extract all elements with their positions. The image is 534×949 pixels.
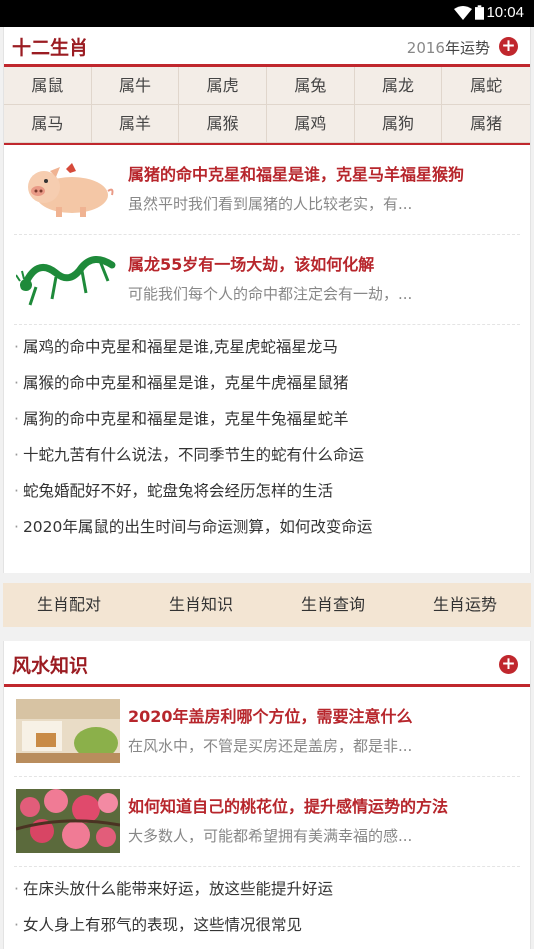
zodiac-header: 十二生肖 2016年运势 + bbox=[4, 27, 530, 67]
zodiac-tabs: 生肖配对 生肖知识 生肖查询 生肖运势 bbox=[3, 583, 531, 627]
zodiac-link-list: · 属鸡的命中克星和福星是谁,克星虎蛇福星龙马 · 属猴的命中克星和福星是谁，克星牛… bbox=[4, 325, 530, 551]
list-item[interactable]: · 属狗的命中克星和福星是谁，克星牛兔福星蛇羊 bbox=[14, 401, 520, 437]
status-bar: 10:04 bbox=[0, 0, 534, 27]
news-item[interactable]: 属猪的命中克星和福星是谁，克星马羊福星猴狗 虽然平时我们看到属猪的人比较老实，有… bbox=[14, 145, 520, 235]
pig-image bbox=[28, 163, 114, 217]
zodiac-more-button[interactable]: + bbox=[499, 37, 518, 56]
news-desc: 在风水中，不管是买房还是盖房，都是非... bbox=[128, 737, 413, 755]
news-desc: 虽然平时我们看到属猪的人比较老实，有... bbox=[128, 195, 413, 213]
zodiac-item-ox[interactable]: 属牛 bbox=[91, 67, 180, 105]
house-image bbox=[16, 699, 120, 763]
zodiac-card: 十二生肖 2016年运势 + 属鼠 属牛 属虎 属兔 属龙 属蛇 属马 属羊 属… bbox=[3, 27, 531, 573]
list-item[interactable]: · 在床头放什么能带来好运，放这些能提升好运 bbox=[14, 871, 520, 907]
wifi-icon bbox=[454, 6, 472, 20]
tab-pairing[interactable]: 生肖配对 bbox=[3, 583, 135, 627]
news-title: 2020年盖房利哪个方位，需要注意什么 bbox=[128, 707, 413, 726]
news-title: 属猪的命中克星和福星是谁，克星马羊福星猴狗 bbox=[128, 165, 465, 184]
list-item[interactable]: · 属猴的命中克星和福星是谁，克星牛虎福星鼠猪 bbox=[14, 365, 520, 401]
zodiac-item-rabbit[interactable]: 属兔 bbox=[266, 67, 355, 105]
zodiac-item-monkey[interactable]: 属猴 bbox=[179, 105, 267, 143]
tab-query[interactable]: 生肖查询 bbox=[267, 583, 399, 627]
dragon-image bbox=[16, 256, 116, 306]
fortune-label: 年运势 bbox=[444, 39, 490, 57]
battery-icon bbox=[475, 5, 484, 20]
zodiac-item-dog[interactable]: 属狗 bbox=[354, 105, 443, 143]
zodiac-item-rooster[interactable]: 属鸡 bbox=[266, 105, 355, 143]
fortune-year: 2016 bbox=[406, 39, 445, 57]
tab-fortune[interactable]: 生肖运势 bbox=[399, 583, 531, 627]
news-desc: 大多数人，可能都希望拥有美满幸福的感... bbox=[128, 827, 413, 845]
news-item[interactable]: 属龙55岁有一场大劫，该如何化解 可能我们每个人的命中都注定会有一劫，... bbox=[14, 235, 520, 325]
news-item[interactable]: 2020年盖房利哪个方位，需要注意什么 在风水中，不管是买房还是盖房，都是非..… bbox=[14, 687, 520, 777]
news-title: 如何知道自己的桃花位，提升感情运势的方法 bbox=[128, 797, 449, 816]
zodiac-grid: 属鼠 属牛 属虎 属兔 属龙 属蛇 属马 属羊 属猴 属鸡 属狗 属猪 bbox=[4, 67, 530, 143]
zodiac-item-snake[interactable]: 属蛇 bbox=[442, 67, 530, 105]
zodiac-item-horse[interactable]: 属马 bbox=[4, 105, 92, 143]
list-item[interactable]: · 2020年属鼠的出生时间与命运测算，如何改变命运 bbox=[14, 509, 520, 545]
tab-knowledge[interactable]: 生肖知识 bbox=[135, 583, 267, 627]
fengshui-title: 风水知识 bbox=[12, 655, 89, 677]
list-item[interactable]: · 蛇兔婚配好不好，蛇盘兔将会经历怎样的生活 bbox=[14, 473, 520, 509]
list-item[interactable]: · 属鸡的命中克星和福星是谁,克星虎蛇福星龙马 bbox=[14, 329, 520, 365]
list-item[interactable]: · 十蛇九苦有什么说法，不同季节生的蛇有什么命运 bbox=[14, 437, 520, 473]
zodiac-item-goat[interactable]: 属羊 bbox=[91, 105, 180, 143]
news-desc: 可能我们每个人的命中都注定会有一劫，... bbox=[128, 285, 413, 303]
peach-blossom-image bbox=[16, 789, 120, 853]
fengshui-link-list: · 在床头放什么能带来好运，放这些能提升好运 · 女人身上有邪气的表现，这些情况很常… bbox=[4, 867, 530, 949]
news-title: 属龙55岁有一场大劫，该如何化解 bbox=[128, 255, 375, 274]
zodiac-item-dragon[interactable]: 属龙 bbox=[354, 67, 443, 105]
news-item[interactable]: 如何知道自己的桃花位，提升感情运势的方法 大多数人，可能都希望拥有美满幸福的感.… bbox=[14, 777, 520, 867]
fortune-link[interactable]: 2016年运势 bbox=[407, 37, 490, 58]
zodiac-item-tiger[interactable]: 属虎 bbox=[179, 67, 267, 105]
zodiac-item-rat[interactable]: 属鼠 bbox=[4, 67, 92, 105]
zodiac-item-pig[interactable]: 属猪 bbox=[442, 105, 530, 143]
fengshui-card: 风水知识 + 2020年盖房利哪个方位，需要注意什么 在风水中，不管是买房还是盖… bbox=[3, 641, 531, 949]
fengshui-header: 风水知识 + bbox=[4, 641, 530, 687]
status-time: 10:04 bbox=[486, 4, 524, 21]
fengshui-more-button[interactable]: + bbox=[499, 655, 518, 674]
zodiac-title: 十二生肖 bbox=[12, 37, 89, 59]
list-item[interactable]: · 女人身上有邪气的表现，这些情况很常见 bbox=[14, 907, 520, 943]
